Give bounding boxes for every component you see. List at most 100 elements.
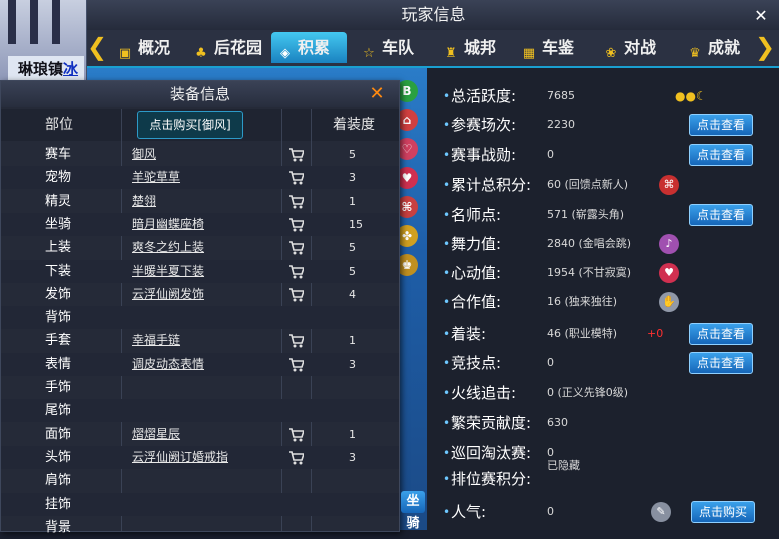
scene-pillar [52,0,60,44]
slot-name: 坐骑 [45,216,72,232]
stat-total-activity: • 总活跃度: 7685 ●●☾ [443,82,773,110]
item-link[interactable]: 羊驼草草 [132,166,180,189]
stat-prosperity: • 繁荣贡献度: 630 [443,414,568,432]
shopping-cart-icon[interactable] [288,239,306,255]
item-link[interactable]: 暗月幽蝶座椅 [132,213,204,236]
slot-name: 面饰 [45,426,72,442]
slot-name: 上装 [45,240,72,256]
item-link[interactable]: 御风 [132,143,156,166]
garden-icon: ♣ [195,46,207,61]
town-link[interactable]: 冰 [63,60,78,78]
view-arena-button[interactable]: 点击查看 [689,352,753,374]
table-row: 宠物 羊驼草草 3 [1,166,399,190]
table-row: 手套 幸福手链 1 [1,329,399,352]
tab-overview[interactable]: ▣ 概况 [111,32,183,63]
stat-outfit: • 着装: 46 (职业模特) +0 点击查看 [443,320,773,348]
table-row: 手饰 [1,376,399,399]
view-mentor-button[interactable]: 点击查看 [689,204,753,226]
tab-car-guide[interactable]: ▦ 车鉴 [515,32,587,63]
star-icon: ☆ [363,46,375,61]
slot-name: 宠物 [45,170,72,186]
window-title: 玩家信息 [401,5,466,24]
table-row: 上装 爽冬之约上装 5 [1,236,399,259]
shopping-cart-icon[interactable] [288,449,306,465]
tab-city[interactable]: ♜ 城邦 [437,32,509,63]
outfit-score: 3 [349,171,356,185]
buy-current-car-button[interactable]: 点击购买[御风] [137,111,243,139]
table-row: 面饰 熠熠星辰 1 [1,423,399,446]
outfit-score: 1 [349,334,356,348]
table-row: 头饰 云浮仙阙订婚戒指 3 [1,445,399,469]
table-row: 尾饰 [1,399,399,423]
shopping-cart-icon[interactable] [288,263,306,279]
item-link[interactable]: 爽冬之约上装 [132,236,204,259]
shopping-cart-icon[interactable] [288,216,306,232]
heart-icon: ♥ [659,263,679,283]
item-link[interactable]: 云浮仙阙发饰 [132,283,204,306]
outfit-score: 1 [349,427,356,441]
tab-prev-arrow[interactable]: ❮ [87,32,107,62]
shopping-cart-icon[interactable] [288,332,306,348]
shopping-cart-icon[interactable] [288,356,306,372]
stat-event-merit: • 赛事战勋: 0 点击查看 [443,141,773,169]
slot-name: 尾饰 [45,403,72,419]
tab-accumulate[interactable]: ◈ 积累 [271,32,347,63]
slot-name: 头饰 [45,449,72,465]
shopping-cart-icon[interactable] [288,286,306,302]
view-event-merit-button[interactable]: 点击查看 [689,144,753,166]
outfit-score: 3 [349,357,356,371]
slot-name: 手套 [45,333,72,349]
tab-next-arrow[interactable]: ❯ [755,32,775,62]
outfit-score: 15 [349,217,363,231]
equipment-title: 装备信息 [169,85,230,103]
table-row: 表情 调皮动态表情 3 [1,352,399,376]
tab-bar: ❮ ▣ 概况 ♣ 后花园 ◈ 积累 ☆ 车队 ♜ 城邦 ▦ 车鉴 ❀ 对战 ♛ 成就 ❯ [87,30,779,68]
item-link[interactable]: 半暖半夏下装 [132,260,204,283]
layers-icon: ◈ [280,46,290,61]
table-row: 背景 [1,516,399,539]
slot-name: 精灵 [45,193,72,209]
scene-pillar [8,0,16,44]
shopping-cart-icon[interactable] [288,169,306,185]
tab-garden[interactable]: ♣ 后花园 [187,32,271,63]
table-row: 赛车 御风 5 [1,143,399,166]
slot-name: 下装 [45,263,72,279]
column-header-outfit-score: 着装度 [333,117,375,133]
stat-cooperation: • 合作值: 16 (独来独往) ✋ [443,288,773,316]
shopping-cart-icon[interactable] [288,193,306,209]
outfit-score: 4 [349,287,356,301]
medal-icon: ♛ [689,46,701,61]
scene-pillar [30,0,38,44]
popularity-icon: ✎ [651,502,671,522]
equipment-close-button[interactable]: ✕ [367,83,387,105]
slot-name: 背饰 [45,310,72,326]
item-link[interactable]: 幸福手链 [132,329,180,352]
stat-tour-knockout: • 巡回淘汰赛: 0 [443,444,554,462]
view-outfit-button[interactable]: 点击查看 [689,323,753,345]
item-link[interactable]: 熠熠星辰 [132,423,180,446]
view-matches-button[interactable]: 点击查看 [689,114,753,136]
tab-team[interactable]: ☆ 车队 [355,32,427,63]
town-label: 琳琅镇冰 [8,56,85,81]
slot-name: 赛车 [45,147,72,162]
item-link[interactable]: 楚翎 [132,190,156,213]
slot-name: 发饰 [45,286,72,302]
car-icon: ▦ [522,46,536,61]
tab-achievement[interactable]: ♛ 成就 [681,32,753,63]
shopping-cart-icon[interactable] [288,426,306,442]
outfit-score: 3 [349,450,356,464]
item-link[interactable]: 调皮动态表情 [132,353,204,376]
outfit-score: 5 [349,148,356,161]
paw-icon: ❀ [605,46,617,61]
stat-dance: • 舞力值: 2840 (金唱会跳) ♪ [443,230,773,258]
side-mount-button[interactable]: 坐骑 [401,491,425,531]
table-row: 挂饰 [1,492,399,516]
tab-battle[interactable]: ❀ 对战 [597,32,669,63]
item-link[interactable]: 云浮仙阙订婚戒指 [132,446,228,469]
window-close-button[interactable]: ✕ [752,7,770,25]
slot-name: 背景 [45,519,72,535]
buy-popularity-button[interactable]: 点击购买 [691,501,755,523]
dance-icon: ♪ [659,234,679,254]
handshake-icon: ✋ [659,292,679,312]
shopping-cart-icon[interactable] [288,146,306,162]
